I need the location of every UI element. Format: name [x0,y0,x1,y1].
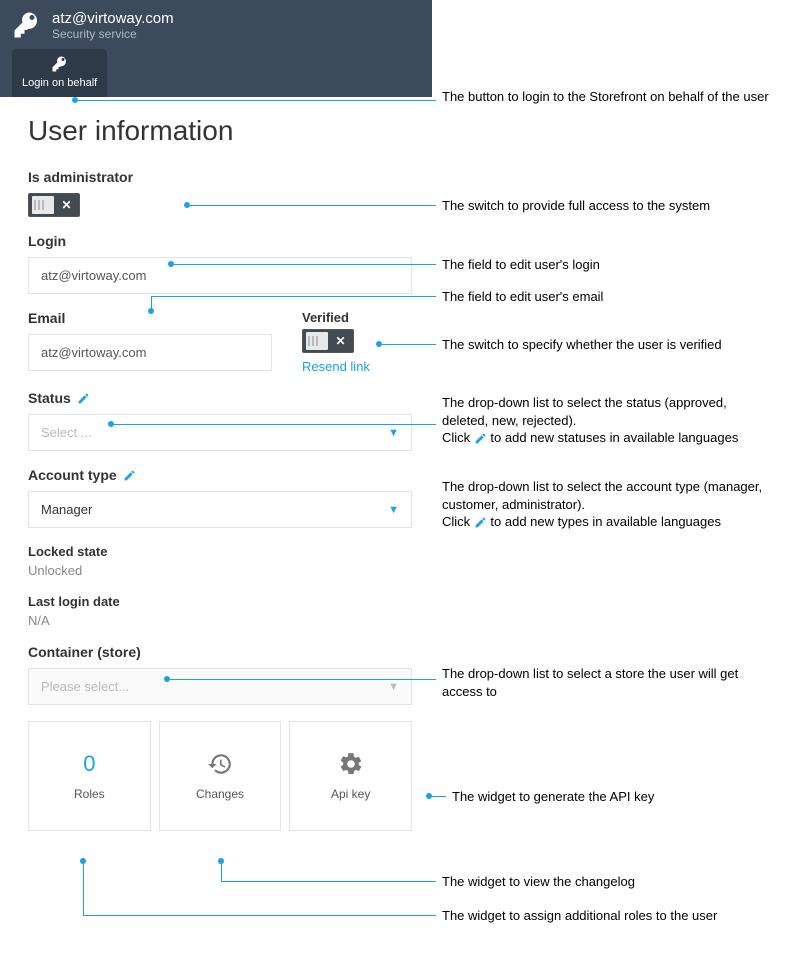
api-key-label: Api key [331,787,370,801]
annot-apikey: The widget to generate the API key [452,788,782,806]
login-label: Login [28,233,412,249]
annot-roles: The widget to assign additional roles to… [442,907,782,925]
annot-status: The drop-down list to select the status … [442,394,772,447]
api-key-widget[interactable]: Api key [289,721,412,831]
chevron-down-icon: ▼ [388,504,399,516]
changes-label: Changes [196,787,244,801]
roles-label: Roles [74,787,105,801]
verified-label: Verified [302,310,412,325]
annot-email: The field to edit user's email [442,288,772,306]
annot-login: The field to edit user's login [442,256,772,274]
last-login-label: Last login date [28,594,412,609]
gear-icon [338,751,364,777]
locked-state-label: Locked state [28,544,412,559]
changes-widget[interactable]: Changes [159,721,282,831]
roles-count: 0 [83,751,95,777]
tab-label: Login on behalf [22,77,97,89]
annot-changes: The widget to view the changelog [442,873,772,891]
annot-admin: The switch to provide full access to the… [442,197,772,215]
toggle-handle [32,196,54,214]
email-input[interactable] [28,334,272,371]
status-select[interactable]: Select ... ▼ [28,414,412,451]
roles-widget[interactable]: 0 Roles [28,721,151,831]
toggle-handle [306,332,328,350]
annot-account: The drop-down list to select the account… [442,478,782,531]
is-admin-label: Is administrator [28,169,412,185]
annot-verified: The switch to specify whether the user i… [442,336,782,354]
x-icon: ✕ [54,199,79,211]
edit-status-icon[interactable] [77,392,90,405]
annot-login-behalf: The button to login to the Storefront on… [442,88,772,106]
chevron-down-icon: ▼ [388,681,399,693]
resend-link[interactable]: Resend link [302,359,412,374]
x-icon: ✕ [328,335,353,347]
locked-state-value: Unlocked [28,563,412,578]
account-type-select[interactable]: Manager ▼ [28,491,412,528]
history-icon [207,751,233,777]
account-type-value: Manager [41,502,92,517]
status-label: Status [28,390,71,406]
app-header: atz@virtoway.com Security service Login … [0,0,432,97]
login-on-behalf-button[interactable]: Login on behalf [12,49,107,97]
last-login-value: N/A [28,613,412,628]
is-admin-toggle[interactable]: ✕ [28,193,80,217]
edit-account-type-icon[interactable] [123,469,136,482]
account-type-label: Account type [28,467,117,483]
header-subtitle: Security service [52,27,174,41]
container-value: Please select... [41,679,129,694]
chevron-down-icon: ▼ [388,427,399,439]
status-value: Select ... [41,425,92,440]
container-label: Container (store) [28,644,412,660]
login-input[interactable] [28,257,412,294]
key-icon [12,10,42,40]
content-area: User information Is administrator ✕ Logi… [0,97,432,841]
key-icon [51,55,69,75]
container-select[interactable]: Please select... ▼ [28,668,412,705]
header-title: atz@virtoway.com [52,10,174,27]
annot-container: The drop-down list to select a store the… [442,665,772,700]
page-title: User information [28,115,412,147]
verified-toggle[interactable]: ✕ [302,329,354,353]
